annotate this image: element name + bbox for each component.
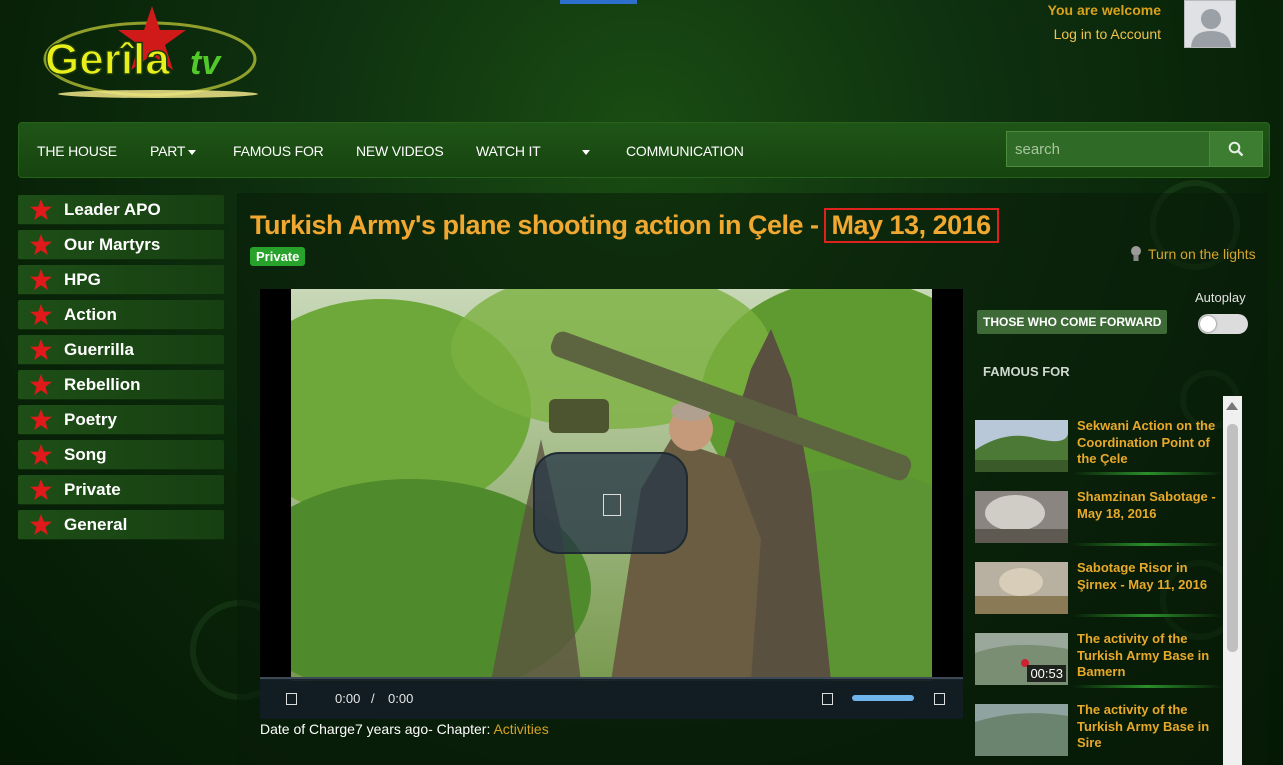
star-icon bbox=[18, 373, 64, 397]
site-logo[interactable]: Gerîla tv bbox=[40, 4, 268, 104]
video-thumbnail[interactable]: 00:53 bbox=[975, 633, 1068, 685]
video-meta: Date of Charge7 years ago- Chapter: Acti… bbox=[260, 721, 549, 737]
autoplay-toggle[interactable] bbox=[1198, 314, 1248, 334]
nav-item-dropdown[interactable] bbox=[579, 123, 590, 179]
video-controls: 0:00 / 0:00 bbox=[260, 679, 963, 719]
video-thumbnail[interactable] bbox=[975, 491, 1068, 543]
sidebar-item-hpg[interactable]: HPG bbox=[18, 265, 224, 295]
star-icon bbox=[18, 338, 64, 362]
toggle-knob bbox=[1200, 316, 1216, 332]
list-item[interactable]: Sekwani Action on the Coordination Point… bbox=[975, 396, 1223, 475]
video-title-text: Turkish Army's plane shooting action in … bbox=[250, 210, 826, 240]
list-item-title[interactable]: Sabotage Risor in Şirnex - May 11, 2016 bbox=[1077, 560, 1222, 593]
sidebar-item-label: Action bbox=[64, 304, 117, 324]
sidebar-item-poetry[interactable]: Poetry bbox=[18, 405, 224, 435]
nav-item-part-label: PART bbox=[150, 143, 186, 159]
sidebar-item-label: Poetry bbox=[64, 409, 117, 429]
play-overlay-button[interactable] bbox=[533, 452, 688, 554]
volume-icon[interactable] bbox=[822, 693, 833, 705]
chevron-down-icon bbox=[582, 149, 590, 155]
sidebar-item-guerrilla[interactable]: Guerrilla bbox=[18, 335, 224, 365]
nav-item-watch-it[interactable]: WATCH IT bbox=[476, 123, 541, 179]
list-item[interactable]: 00:53 The activity of the Turkish Army B… bbox=[975, 609, 1223, 688]
chevron-down-icon bbox=[188, 149, 197, 155]
famous-for-heading: FAMOUS FOR bbox=[983, 364, 1070, 379]
welcome-block: You are welcome Log in to Account bbox=[1048, 2, 1161, 42]
search-button[interactable] bbox=[1209, 131, 1263, 167]
play-icon bbox=[603, 494, 621, 516]
related-list: Sekwani Action on the Coordination Point… bbox=[975, 396, 1223, 765]
time-separator: / bbox=[371, 691, 375, 706]
top-accent-line bbox=[560, 0, 637, 4]
login-link[interactable]: Log in to Account bbox=[1048, 26, 1161, 42]
star-icon bbox=[18, 513, 64, 537]
sidebar-item-label: General bbox=[64, 514, 128, 534]
video-thumbnail[interactable] bbox=[975, 562, 1068, 614]
star-icon bbox=[18, 408, 64, 432]
list-item[interactable]: Shamzinan Sabotage - May 18, 2016 bbox=[975, 467, 1223, 546]
sidebar-item-song[interactable]: Song bbox=[18, 440, 224, 470]
autoplay-label: Autoplay bbox=[1195, 290, 1246, 305]
related-scrollbar[interactable] bbox=[1223, 396, 1242, 765]
sidebar-item-label: Rebellion bbox=[64, 374, 141, 394]
search-input[interactable] bbox=[1006, 131, 1210, 167]
forward-button[interactable]: THOSE WHO COME FORWARD bbox=[977, 310, 1168, 334]
time-total: 0:00 bbox=[388, 691, 414, 706]
video-thumbnail[interactable] bbox=[975, 704, 1068, 756]
nav-item-new-videos[interactable]: NEW VIDEOS bbox=[356, 123, 444, 179]
video-title-date: May 13, 2016 bbox=[823, 208, 999, 243]
sidebar-item-general[interactable]: General bbox=[18, 510, 224, 540]
nav-item-communication[interactable]: COMMUNICATION bbox=[626, 123, 744, 179]
star-icon bbox=[18, 478, 64, 502]
list-item-title[interactable]: The activity of the Turkish Army Base in… bbox=[1077, 631, 1222, 681]
nav-item-the-house[interactable]: THE HOUSE bbox=[37, 123, 117, 179]
sidebar-item-label: Private bbox=[64, 479, 121, 499]
scrollbar-thumb[interactable] bbox=[1227, 424, 1238, 652]
category-badge[interactable]: Private bbox=[250, 247, 306, 266]
star-icon bbox=[18, 443, 64, 467]
svg-text:Gerîla: Gerîla bbox=[45, 35, 170, 84]
lights-label: Turn on the lights bbox=[1148, 246, 1256, 262]
list-item-title[interactable]: Sekwani Action on the Coordination Point… bbox=[1077, 418, 1222, 468]
sidebar-item-label: Leader APO bbox=[64, 199, 161, 219]
video-title: Turkish Army's plane shooting action in … bbox=[250, 208, 999, 243]
sidebar-item-label: Guerrilla bbox=[64, 339, 134, 359]
chapter-link[interactable]: Activities bbox=[493, 721, 548, 737]
star-icon bbox=[18, 198, 64, 222]
lightbulb-icon bbox=[1131, 246, 1141, 261]
nav-item-famous-for[interactable]: FAMOUS FOR bbox=[233, 123, 324, 179]
list-item-title[interactable]: Shamzinan Sabotage - May 18, 2016 bbox=[1077, 489, 1222, 522]
sidebar-item-our-martyrs[interactable]: Our Martyrs bbox=[18, 230, 224, 260]
sidebar: Leader APO Our Martyrs HPG Action Guerri… bbox=[18, 195, 224, 545]
sidebar-item-label: HPG bbox=[64, 269, 101, 289]
fullscreen-icon[interactable] bbox=[934, 693, 945, 705]
list-item-title[interactable]: The activity of the Turkish Army Base in… bbox=[1077, 702, 1222, 752]
svg-text:tv: tv bbox=[190, 44, 222, 82]
play-pause-icon[interactable] bbox=[286, 693, 297, 705]
sidebar-item-label: Song bbox=[64, 444, 107, 464]
welcome-text: You are welcome bbox=[1047, 2, 1161, 18]
video-thumbnail[interactable] bbox=[975, 420, 1068, 472]
list-item[interactable]: The activity of the Turkish Army Base in… bbox=[975, 680, 1223, 756]
nav-item-part[interactable]: PART bbox=[150, 123, 197, 179]
avatar[interactable] bbox=[1184, 0, 1236, 48]
list-item[interactable]: Sabotage Risor in Şirnex - May 11, 2016 bbox=[975, 538, 1223, 617]
volume-slider[interactable] bbox=[852, 695, 914, 701]
star-icon bbox=[18, 303, 64, 327]
star-icon bbox=[18, 233, 64, 257]
sidebar-item-rebellion[interactable]: Rebellion bbox=[18, 370, 224, 400]
scroll-up-icon[interactable] bbox=[1226, 402, 1238, 410]
sidebar-item-action[interactable]: Action bbox=[18, 300, 224, 330]
meta-text: Date of Charge7 years ago- Chapter: bbox=[260, 721, 494, 737]
time-current: 0:00 bbox=[335, 691, 361, 706]
lights-toggle-link[interactable]: Turn on the lights bbox=[1130, 245, 1256, 263]
sidebar-item-label: Our Martyrs bbox=[64, 234, 161, 254]
star-icon bbox=[18, 268, 64, 292]
sidebar-item-private[interactable]: Private bbox=[18, 475, 224, 505]
search-icon bbox=[1228, 141, 1244, 157]
sidebar-item-leader-apo[interactable]: Leader APO bbox=[18, 195, 224, 225]
